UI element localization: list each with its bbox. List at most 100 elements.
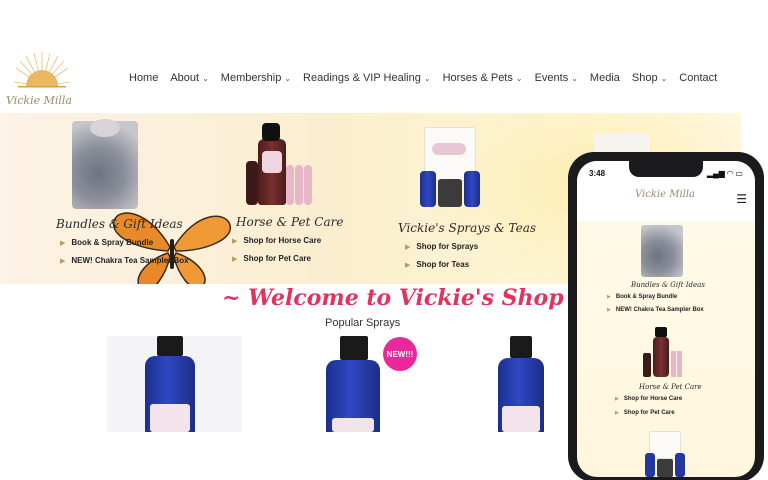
mobile-link-chakra-tea[interactable]: ▶ NEW! Chakra Tea Sampler Box — [607, 307, 704, 313]
bullet-triangle-icon: ▶ — [60, 239, 66, 247]
hamburger-menu-icon[interactable]: ☰ — [736, 192, 747, 206]
bullet-triangle-icon: ▶ — [60, 257, 66, 265]
tea-tin — [657, 459, 673, 477]
small-bottle — [246, 161, 258, 205]
new-badge: NEW!!! — [383, 337, 417, 371]
spray-cap — [340, 336, 368, 360]
nav-about[interactable]: About ⌄ — [170, 72, 208, 84]
nav-shop[interactable]: Shop ⌄ — [632, 72, 667, 84]
mobile-gift-bag-image[interactable] — [641, 225, 683, 277]
bundles-title[interactable]: Bundles & Gift Ideas — [56, 217, 183, 231]
link-label: Book & Spray Bundle — [615, 294, 678, 300]
bottle-label — [332, 418, 374, 432]
nav-contact-label: Contact — [679, 72, 718, 84]
mobile-link-pet-care[interactable]: ▶ Shop for Pet Care — [615, 410, 675, 416]
mobile-sprays-teas-image[interactable] — [645, 431, 685, 477]
mobile-pet-care-image[interactable] — [643, 327, 685, 379]
mobile-link-horse-care[interactable]: ▶ Shop for Horse Care — [615, 396, 682, 402]
chevron-down-icon: ⌄ — [515, 73, 523, 83]
chevron-down-icon: ⌄ — [660, 73, 668, 83]
small-bottle — [643, 353, 651, 377]
site-logo[interactable]: Vickie Milla — [0, 46, 84, 114]
link-pet-care[interactable]: ▶ Shop for Pet Care — [232, 254, 311, 263]
chevron-down-icon: ⌄ — [571, 73, 578, 83]
bottle-label — [150, 404, 190, 432]
blue-spray-bottle — [675, 453, 685, 477]
nav-contact[interactable]: Contact — [679, 72, 717, 84]
link-sprays[interactable]: ▶ Shop for Sprays — [405, 242, 478, 251]
nav-home[interactable]: Home — [129, 72, 158, 84]
link-label: Shop for Horse Care — [623, 396, 683, 402]
mobile-horse-pet-title[interactable]: Horse & Pet Care — [639, 383, 702, 391]
nav-events[interactable]: Events ⌄ — [535, 72, 578, 84]
status-time: 3:48 — [589, 168, 606, 178]
bundle-link-chakra-tea[interactable]: ▶ NEW! Chakra Tea Sampler Box — [60, 256, 189, 265]
link-label: NEW! Chakra Tea Sampler Box — [71, 256, 189, 265]
spray-nozzle — [262, 123, 280, 141]
nav-membership[interactable]: Membership ⌄ — [221, 72, 291, 84]
bullet-triangle-icon: ▶ — [615, 410, 619, 416]
link-label: Shop for Horse Care — [243, 236, 322, 245]
bullet-triangle-icon: ▶ — [615, 396, 619, 402]
bullet-triangle-icon: ▶ — [405, 243, 411, 251]
bundle-link-book-spray[interactable]: ▶ Book & Spray Bundle — [60, 238, 153, 247]
bullet-triangle-icon: ▶ — [232, 237, 238, 245]
bottle-label — [262, 151, 282, 173]
sprays-teas-title[interactable]: Vickie's Sprays & Teas — [398, 221, 536, 235]
bullet-triangle-icon: ▶ — [232, 255, 238, 263]
welcome-heading: ~ Welcome to Vickie's Shop ~ — [222, 285, 590, 311]
blue-spray-bottle — [645, 453, 655, 477]
sun-logo-icon — [14, 52, 70, 88]
link-label: Book & Spray Bundle — [71, 238, 154, 247]
blue-spray-bottle — [420, 171, 436, 207]
popular-sprays-heading: Popular Sprays — [325, 317, 401, 329]
gift-bag-image[interactable] — [72, 119, 138, 209]
link-label: Shop for Teas — [416, 260, 470, 269]
horse-pet-title[interactable]: Horse & Pet Care — [236, 215, 343, 229]
pouch-label — [432, 143, 466, 155]
roller-bottle — [677, 351, 682, 377]
phone-notch — [629, 161, 703, 177]
spray-cap — [510, 336, 532, 358]
nav-membership-label: Membership — [220, 72, 282, 84]
phone-screen: 3:48 ▂▄▆ ◠ ▭ Vickie Milla ☰ Bundles & Gi… — [577, 161, 755, 477]
product-image[interactable] — [494, 336, 554, 432]
bottle-label — [502, 406, 540, 432]
phone-mockup: 3:48 ▂▄▆ ◠ ▭ Vickie Milla ☰ Bundles & Gi… — [568, 152, 764, 480]
spray-nozzle — [655, 327, 667, 337]
status-icons: ▂▄▆ ◠ ▭ — [706, 168, 743, 178]
link-label: Shop for Sprays — [416, 242, 479, 251]
mobile-logo[interactable]: Vickie Milla — [635, 189, 695, 200]
spray-bottle — [653, 337, 669, 377]
chevron-down-icon: ⌄ — [284, 73, 292, 83]
logo-text: Vickie Milla — [6, 94, 72, 107]
bag-bow — [90, 119, 120, 137]
nav-events-label: Events — [534, 72, 569, 84]
product-image[interactable] — [107, 336, 242, 432]
roller-bottle — [304, 165, 312, 205]
spray-cap — [157, 336, 183, 356]
nav-horses-pets-label: Horses & Pets — [442, 72, 513, 84]
blue-spray-bottle — [464, 171, 480, 207]
bullet-triangle-icon: ▶ — [607, 294, 611, 300]
nav-horses-pets[interactable]: Horses & Pets ⌄ — [443, 72, 523, 84]
nav-home-label: Home — [129, 72, 159, 84]
roller-bottle — [671, 351, 676, 377]
link-horse-care[interactable]: ▶ Shop for Horse Care — [232, 236, 321, 245]
link-label: Shop for Pet Care — [623, 410, 675, 416]
link-label: NEW! Chakra Tea Sampler Box — [615, 307, 704, 313]
roller-bottle — [286, 165, 294, 205]
nav-media[interactable]: Media — [590, 72, 620, 84]
chevron-down-icon: ⌄ — [202, 73, 209, 83]
mobile-bundles-title[interactable]: Bundles & Gift Ideas — [631, 281, 705, 289]
nav-about-label: About — [170, 72, 200, 84]
chevron-down-icon: ⌄ — [423, 73, 431, 83]
mobile-link-book-spray[interactable]: ▶ Book & Spray Bundle — [607, 294, 677, 300]
tea-tin — [438, 179, 462, 207]
link-teas[interactable]: ▶ Shop for Teas — [405, 260, 469, 269]
link-label: Shop for Pet Care — [243, 254, 311, 263]
nav-readings[interactable]: Readings & VIP Healing ⌄ — [303, 72, 431, 84]
main-nav: Home About ⌄ Membership ⌄ Readings & VIP H… — [129, 72, 729, 84]
nav-media-label: Media — [589, 72, 620, 84]
nav-shop-label: Shop — [631, 72, 658, 84]
